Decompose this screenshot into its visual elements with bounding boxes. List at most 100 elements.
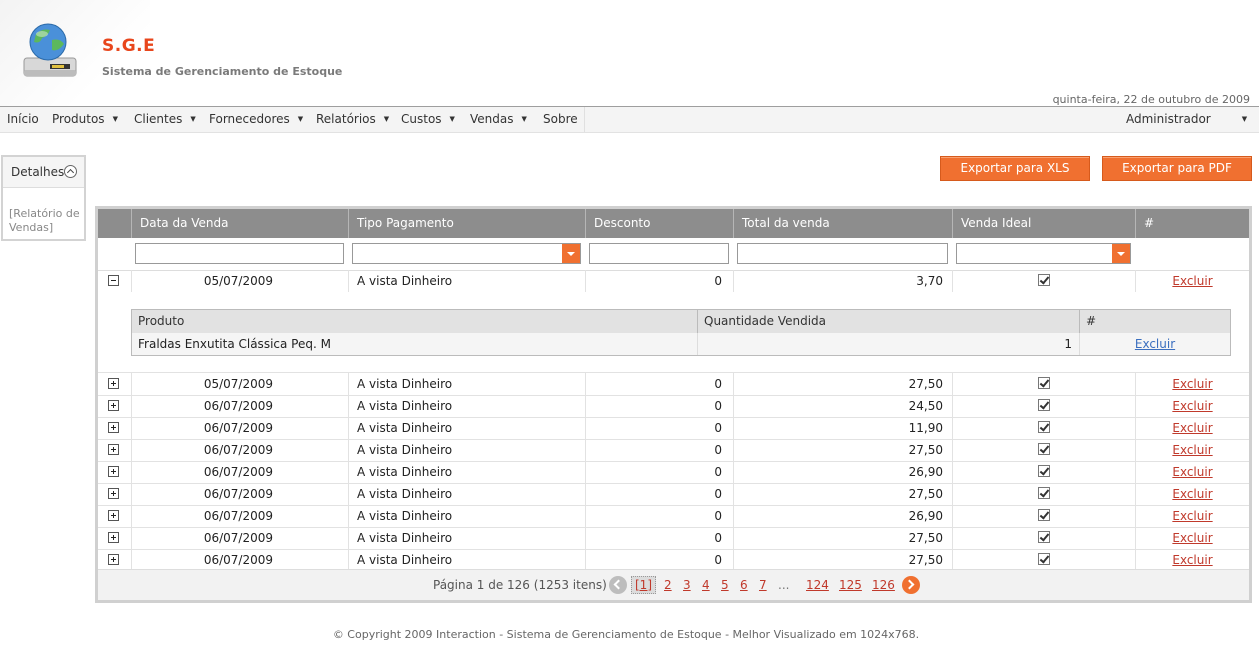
discount-filter-input[interactable]	[589, 243, 729, 264]
checkbox-checked-icon	[1038, 443, 1050, 455]
export-pdf-button[interactable]: Exportar para PDF	[1102, 156, 1252, 181]
sale-date: 06/07/2009	[131, 417, 348, 439]
checkbox-checked-icon	[1038, 465, 1050, 477]
delete-link[interactable]: Excluir	[1172, 274, 1212, 288]
expand-row-icon[interactable]	[108, 422, 119, 433]
expand-row-icon[interactable]	[108, 510, 119, 521]
date-filter-input[interactable]	[135, 243, 344, 264]
sale-total: 27,50	[733, 527, 952, 549]
expand-row-icon[interactable]	[108, 400, 119, 411]
delete-link[interactable]: Excluir	[1172, 443, 1212, 457]
ideal-cell	[952, 505, 1135, 527]
menu-item-clientes[interactable]: Clientes ▼	[134, 107, 196, 132]
current-page[interactable]: [1]	[631, 576, 656, 594]
footer: © Copyright 2009 Interaction - Sistema d…	[332, 628, 920, 641]
collapse-icon[interactable]	[64, 165, 77, 178]
sale-total: 3,70	[733, 270, 952, 292]
menu-item-label: Vendas	[470, 112, 514, 126]
delete-link[interactable]: Excluir	[1172, 531, 1212, 545]
delete-product-link[interactable]: Excluir	[1135, 337, 1175, 351]
page-link[interactable]: 124	[806, 578, 829, 592]
expand-row-icon[interactable]	[108, 444, 119, 455]
payment-type: A vista Dinheiro	[348, 527, 585, 549]
chevron-down-icon: ▼	[297, 115, 304, 123]
ideal-cell	[952, 461, 1135, 483]
column-header-total[interactable]: Total da venda	[733, 209, 952, 238]
export-xls-button[interactable]: Exportar para XLS	[940, 156, 1090, 181]
sale-date: 06/07/2009	[131, 395, 348, 417]
table-row: 06/07/2009 A vista Dinheiro 0 27,50 Excluir	[98, 439, 1249, 462]
ideal-filter-select[interactable]	[956, 243, 1131, 264]
action-cell: Excluir	[1135, 395, 1249, 417]
menu-item-produtos[interactable]: Produtos ▼	[52, 107, 118, 132]
expand-row-icon[interactable]	[108, 532, 119, 543]
quantity-sold: 1	[697, 333, 1079, 355]
next-page-icon[interactable]	[902, 576, 920, 594]
dropdown-arrow-icon[interactable]	[562, 244, 580, 263]
expander-column-header	[98, 209, 131, 238]
detail-action-cell: Excluir	[1079, 333, 1230, 355]
menu-item-vendas[interactable]: Vendas ▼	[470, 107, 527, 132]
expand-row-icon[interactable]	[108, 554, 119, 565]
column-header-payment[interactable]: Tipo Pagamento	[348, 209, 585, 238]
delete-link[interactable]: Excluir	[1172, 509, 1212, 523]
page-link[interactable]: 3	[683, 578, 691, 592]
column-header-ideal[interactable]: Venda Ideal	[952, 209, 1135, 238]
ideal-cell	[952, 527, 1135, 549]
report-link[interactable]: [Relatório de Vendas]	[9, 207, 87, 235]
ideal-cell	[952, 439, 1135, 461]
previous-page-icon[interactable]	[609, 576, 627, 594]
column-header-discount[interactable]: Desconto	[585, 209, 733, 238]
discount: 0	[585, 505, 733, 527]
discount: 0	[585, 395, 733, 417]
delete-link[interactable]: Excluir	[1172, 487, 1212, 501]
detail-column-actions: #	[1079, 310, 1230, 333]
page-link[interactable]: 5	[721, 578, 729, 592]
delete-link[interactable]: Excluir	[1172, 399, 1212, 413]
page-link[interactable]: 6	[740, 578, 748, 592]
delete-link[interactable]: Excluir	[1172, 377, 1212, 391]
current-date: quinta-feira, 22 de outubro de 2009	[1052, 93, 1250, 106]
pager: Página 1 de 126 (1253 itens) [1] 2 3 4 5…	[98, 569, 1249, 600]
detail-column-product[interactable]: Produto	[132, 310, 697, 333]
page-link[interactable]: 7	[759, 578, 767, 592]
expand-row-icon[interactable]	[108, 378, 119, 389]
sale-date: 06/07/2009	[131, 505, 348, 527]
table-row: 06/07/2009 A vista Dinheiro 0 24,50 Excluir	[98, 395, 1249, 418]
delete-link[interactable]: Excluir	[1172, 465, 1212, 479]
filter-row	[98, 238, 1249, 271]
user-menu[interactable]: Administrador ▼	[1126, 107, 1247, 132]
row-detail: Produto Quantidade Vendida # Fraldas Enx…	[98, 292, 1249, 373]
checkbox-checked-icon	[1038, 553, 1050, 565]
page-link[interactable]: 2	[664, 578, 672, 592]
column-header-date[interactable]: Data da Venda	[131, 209, 348, 238]
menu-item-label: Início	[7, 112, 39, 126]
expand-row-icon[interactable]	[108, 466, 119, 477]
sale-total: 27,50	[733, 483, 952, 505]
pager-info: Página 1 de 126 (1253 itens)	[433, 578, 607, 592]
collapse-row-icon[interactable]	[108, 275, 119, 286]
sale-total: 26,90	[733, 505, 952, 527]
menu-item-fornecedores[interactable]: Fornecedores ▼	[209, 107, 303, 132]
delete-link[interactable]: Excluir	[1172, 421, 1212, 435]
total-filter-input[interactable]	[737, 243, 948, 264]
header: S.G.E Sistema de Gerenciamento de Estoqu…	[0, 0, 1259, 107]
menu-item-sobre[interactable]: Sobre	[543, 107, 578, 132]
menu-item-custos[interactable]: Custos ▼	[401, 107, 455, 132]
dropdown-arrow-icon[interactable]	[1112, 244, 1130, 263]
detail-header: Produto Quantidade Vendida #	[132, 310, 1230, 334]
payment-filter-select[interactable]	[352, 243, 581, 264]
delete-link[interactable]: Excluir	[1172, 553, 1212, 567]
expand-row-icon[interactable]	[108, 488, 119, 499]
page-link[interactable]: 4	[702, 578, 710, 592]
page-link[interactable]: 125	[839, 578, 862, 592]
menu-item-label: Relatórios	[316, 112, 376, 126]
sale-total: 27,50	[733, 373, 952, 395]
menu-item-inicio[interactable]: Início	[7, 107, 39, 132]
checkbox-checked-icon	[1038, 531, 1050, 543]
logo-icon	[23, 23, 77, 77]
detail-column-qty[interactable]: Quantidade Vendida	[697, 310, 1079, 333]
menu-item-relatorios[interactable]: Relatórios ▼	[316, 107, 389, 132]
page-link[interactable]: 126	[872, 578, 895, 592]
table-row: 06/07/2009 A vista Dinheiro 0 27,50 Excluir	[98, 483, 1249, 506]
